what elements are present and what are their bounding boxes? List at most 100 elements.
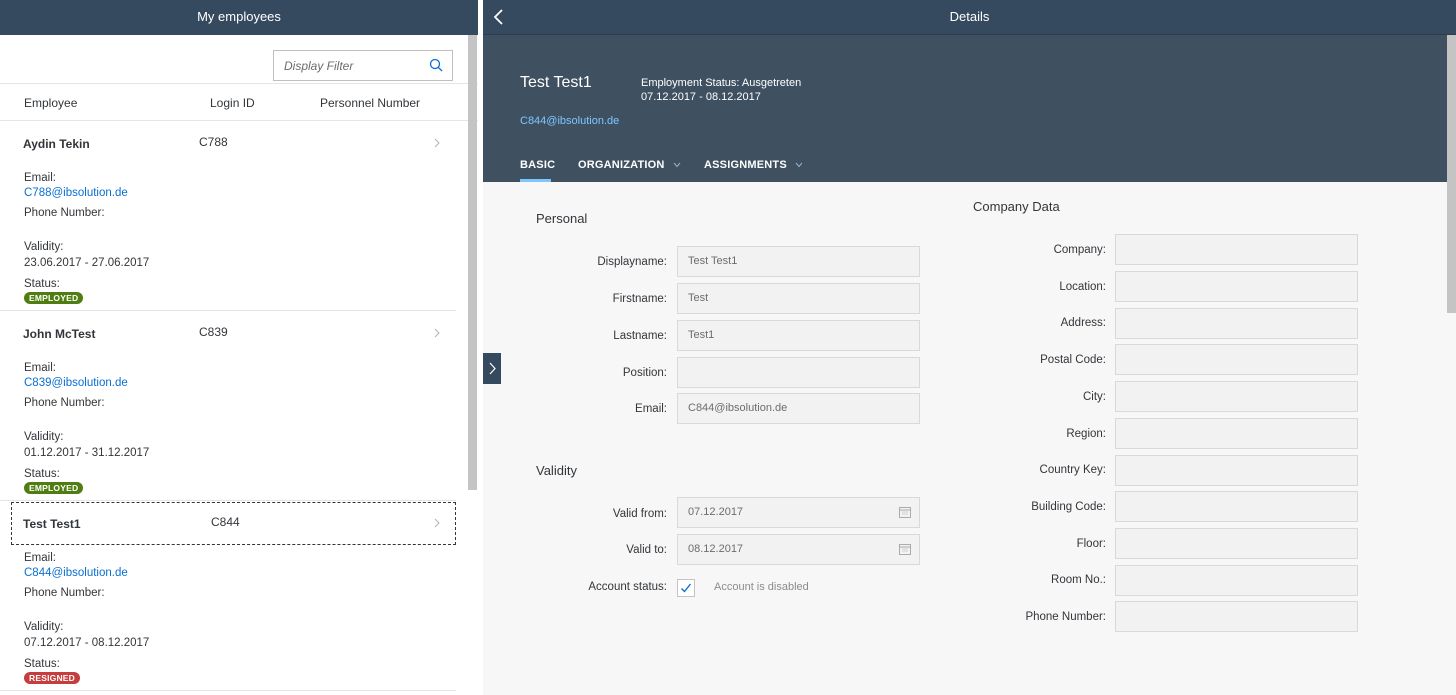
- tab-assignments[interactable]: ASSIGNMENTS: [704, 159, 803, 171]
- employee-name: Aydin Tekin: [23, 137, 90, 151]
- status-badge: EMPLOYED: [24, 292, 84, 304]
- company-input[interactable]: [1115, 234, 1358, 265]
- postal-code-input[interactable]: [1115, 344, 1358, 375]
- display-filter-input[interactable]: [274, 51, 414, 80]
- email-label: Email:: [24, 172, 56, 184]
- company-label: Company:: [1053, 244, 1106, 256]
- building-code-input[interactable]: [1115, 491, 1358, 522]
- phone-number-label: Phone Number:: [1025, 611, 1106, 623]
- object-email-link[interactable]: C844@ibsolution.de: [520, 115, 619, 127]
- valid-from-input[interactable]: 07.12.2017: [677, 497, 920, 528]
- status-badge: EMPLOYED: [24, 482, 84, 494]
- displayname-input[interactable]: Test Test1: [677, 246, 920, 277]
- valid-to-value: 08.12.2017: [688, 543, 744, 555]
- employee-name: John McTest: [23, 327, 96, 341]
- firstname-label: Firstname:: [612, 293, 667, 305]
- employment-status: Employment Status: Ausgetreten: [641, 77, 802, 89]
- status-badge: RESIGNED: [24, 672, 80, 684]
- employee-login: C788: [199, 135, 228, 149]
- valid-from-label: Valid from:: [612, 508, 667, 520]
- employee-item-selected[interactable]: Test Test1 C844 Email: C844@ibsolution.d…: [0, 501, 456, 691]
- object-status: Employment Status: Ausgetreten 07.12.201…: [641, 76, 801, 104]
- email-input[interactable]: C844@ibsolution.de: [677, 393, 920, 424]
- chevron-right-icon: [434, 138, 440, 148]
- expand-master-button[interactable]: [483, 353, 501, 384]
- location-input[interactable]: [1115, 271, 1358, 302]
- table-header: Employee Login ID Personnel Number: [0, 84, 478, 121]
- country-key-label: Country Key:: [1039, 464, 1106, 476]
- display-filter[interactable]: [273, 50, 453, 81]
- account-status-label: Account status:: [588, 581, 667, 593]
- chevron-right-icon: [434, 518, 440, 528]
- employee-item[interactable]: Aydin Tekin C788 Email: C788@ibsolution.…: [0, 121, 456, 311]
- tab-assignments-label: ASSIGNMENTS: [704, 159, 787, 171]
- filter-bar: [0, 35, 478, 84]
- floor-label: Floor:: [1076, 538, 1106, 550]
- email-link[interactable]: C788@ibsolution.de: [24, 186, 128, 200]
- address-input[interactable]: [1115, 308, 1358, 339]
- validity-value: 23.06.2017 - 27.06.2017: [24, 257, 150, 269]
- validity-label: Validity:: [24, 431, 64, 443]
- valid-to-label: Valid to:: [626, 544, 667, 556]
- account-status-text: Account is disabled: [714, 581, 809, 593]
- email-label: Email:: [635, 403, 667, 415]
- search-icon[interactable]: [429, 58, 443, 72]
- column-login-id: Login ID: [210, 96, 255, 110]
- firstname-input[interactable]: Test: [677, 283, 920, 314]
- status-label: Status:: [24, 658, 60, 670]
- chevron-right-icon: [489, 362, 496, 375]
- column-personnel-number: Personnel Number: [320, 96, 421, 110]
- employee-login: C839: [199, 325, 228, 339]
- building-code-label: Building Code:: [1031, 501, 1106, 513]
- employment-dates: 07.12.2017 - 08.12.2017: [641, 91, 761, 103]
- phone-label: Phone Number:: [24, 587, 105, 599]
- lastname-input[interactable]: Test1: [677, 320, 920, 351]
- object-header: Test Test1 Employment Status: Ausgetrete…: [483, 35, 1456, 182]
- employee-item[interactable]: John McTest C839 Email: C839@ibsolution.…: [0, 311, 456, 501]
- displayname-label: Displayname:: [597, 256, 667, 268]
- employee-login: C844: [211, 515, 240, 529]
- checkmark-icon: [681, 583, 692, 593]
- validity-value: 01.12.2017 - 31.12.2017: [24, 447, 150, 459]
- city-label: City:: [1083, 391, 1106, 403]
- email-link[interactable]: C844@ibsolution.de: [24, 566, 128, 580]
- employee-name: Test Test1: [23, 517, 81, 531]
- validity-label: Validity:: [24, 241, 64, 253]
- valid-from-value: 07.12.2017: [688, 506, 744, 518]
- validity-value: 07.12.2017 - 08.12.2017: [24, 637, 150, 649]
- lastname-label: Lastname:: [613, 330, 667, 342]
- master-pane: My employees Employee Login ID Personnel…: [0, 0, 478, 695]
- validity-label: Validity:: [24, 621, 64, 633]
- chevron-down-icon: [795, 162, 803, 168]
- section-company-title: Company Data: [973, 199, 1060, 214]
- tab-basic[interactable]: BASIC: [520, 159, 555, 171]
- email-label: Email:: [24, 362, 56, 374]
- address-label: Address:: [1060, 317, 1106, 329]
- object-title: Test Test1: [520, 74, 592, 91]
- phone-number-input[interactable]: [1115, 601, 1358, 632]
- column-employee: Employee: [24, 96, 78, 110]
- detail-header: Details: [483, 0, 1456, 35]
- calendar-icon[interactable]: [899, 506, 911, 518]
- region-label: Region:: [1066, 428, 1106, 440]
- floor-input[interactable]: [1115, 528, 1358, 559]
- city-input[interactable]: [1115, 381, 1358, 412]
- employee-list-area: Employee Login ID Personnel Number Aydin…: [0, 35, 478, 695]
- master-scrollbar[interactable]: [468, 35, 477, 490]
- detail-scrollbar[interactable]: [1447, 35, 1456, 313]
- chevron-right-icon: [434, 328, 440, 338]
- status-label: Status:: [24, 468, 60, 480]
- country-key-input[interactable]: [1115, 455, 1358, 486]
- calendar-icon[interactable]: [899, 543, 911, 555]
- region-input[interactable]: [1115, 418, 1358, 449]
- email-link[interactable]: C839@ibsolution.de: [24, 376, 128, 390]
- position-input[interactable]: [677, 357, 920, 388]
- room-no-input[interactable]: [1115, 565, 1358, 596]
- valid-to-input[interactable]: 08.12.2017: [677, 534, 920, 565]
- master-title: My employees: [0, 0, 478, 35]
- back-arrow-icon[interactable]: [491, 8, 507, 26]
- tab-organization[interactable]: ORGANIZATION: [578, 159, 681, 171]
- status-label: Status:: [24, 278, 60, 290]
- email-label: Email:: [24, 552, 56, 564]
- account-disabled-checkbox[interactable]: [677, 579, 695, 597]
